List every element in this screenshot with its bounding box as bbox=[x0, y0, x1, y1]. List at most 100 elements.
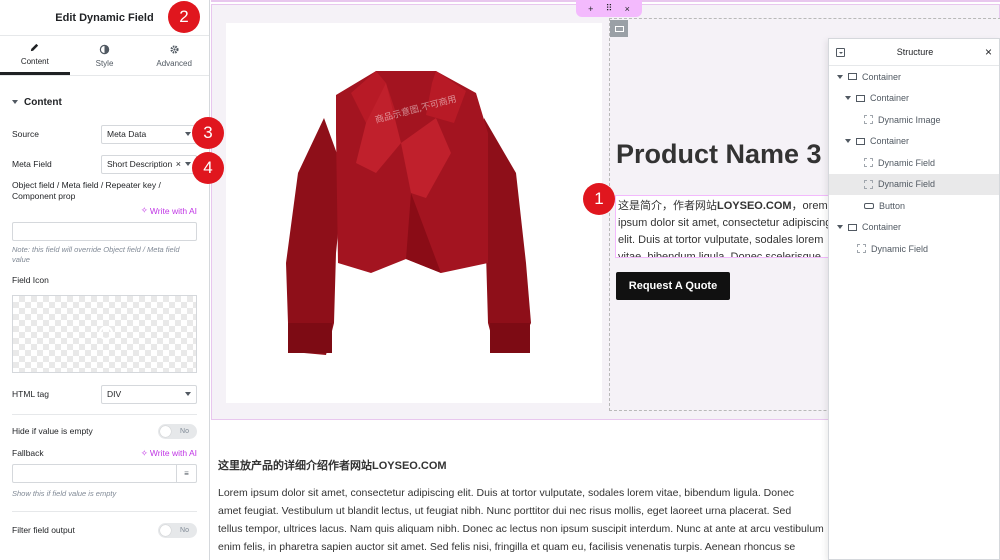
annotation-badge-3: 3 bbox=[192, 117, 224, 149]
object-field-input[interactable] bbox=[12, 222, 197, 241]
tab-style-label: Style bbox=[95, 58, 114, 68]
fallback-write-with-ai-label: Write with AI bbox=[149, 448, 197, 458]
chevron-down-icon bbox=[185, 162, 191, 166]
meta-field-select[interactable]: Short Description × bbox=[101, 154, 197, 174]
container-icon bbox=[856, 94, 865, 102]
desc-prefix: 这是简介，作者网站 bbox=[618, 200, 717, 212]
structure-tree: Container Container Dynamic Image Contai… bbox=[829, 66, 999, 260]
html-tag-select[interactable]: DIV bbox=[101, 384, 197, 404]
tree-item-label: Dynamic Field bbox=[878, 179, 936, 190]
container-icon bbox=[848, 223, 857, 231]
tree-item-label: Dynamic Image bbox=[878, 114, 941, 125]
desc-brand: LOYSEO.COM bbox=[717, 200, 792, 212]
product-title[interactable]: Product Name 3 bbox=[616, 139, 822, 170]
tree-item-container[interactable]: Container bbox=[829, 131, 999, 153]
tree-item-button[interactable]: Button bbox=[829, 195, 999, 217]
hide-empty-label: Hide if value is empty bbox=[12, 426, 93, 436]
detail-line: Lorem ipsum dolor sit amet, consectetur … bbox=[218, 487, 795, 499]
tree-item-container[interactable]: Container bbox=[829, 88, 999, 110]
tab-content-label: Content bbox=[20, 57, 49, 66]
caret-down-icon[interactable] bbox=[845, 139, 851, 144]
dynamic-field-description[interactable]: 这是简介，作者网站LOYSEO.COM，orem ipsum dolor sit… bbox=[615, 195, 845, 258]
chevron-down-icon bbox=[185, 392, 191, 396]
html-tag-row: HTML tag DIV bbox=[0, 384, 209, 404]
sparkle-icon: ✧ bbox=[140, 447, 148, 458]
field-icon-picker[interactable] bbox=[12, 295, 197, 373]
caret-down-icon[interactable] bbox=[837, 225, 843, 230]
navigator-icon[interactable] bbox=[836, 47, 845, 57]
request-quote-button[interactable]: Request A Quote bbox=[616, 272, 730, 300]
detail-heading-brand: LOYSEO.COM bbox=[372, 460, 447, 472]
hide-empty-switch[interactable]: No bbox=[158, 423, 197, 439]
monitor-icon bbox=[614, 25, 624, 32]
editor-panel: Edit Dynamic Field Content Style Advance… bbox=[0, 0, 210, 560]
divider bbox=[12, 414, 197, 415]
tab-advanced[interactable]: Advanced bbox=[139, 36, 209, 75]
field-widget-icon bbox=[864, 158, 873, 168]
hide-empty-row: Hide if value is empty No bbox=[0, 423, 209, 439]
html-tag-label: HTML tag bbox=[12, 389, 50, 399]
fallback-input[interactable]: ≡ bbox=[12, 464, 197, 483]
caret-down-icon[interactable] bbox=[837, 74, 843, 79]
annotation-badge-1: 1 bbox=[583, 183, 615, 215]
source-select[interactable]: Meta Data bbox=[101, 124, 197, 144]
fallback-row: Fallback ✧ Write with AI bbox=[0, 446, 209, 460]
filter-row: Filter field output No bbox=[0, 522, 209, 538]
source-value: Meta Data bbox=[107, 129, 147, 139]
tree-item-label: Dynamic Field bbox=[878, 157, 936, 168]
tab-content[interactable]: Content bbox=[0, 36, 70, 75]
write-with-ai-link[interactable]: ✧ Write with AI bbox=[141, 205, 197, 216]
pencil-icon bbox=[31, 43, 39, 52]
field-icon-label: Field Icon bbox=[12, 275, 49, 285]
button-widget-icon bbox=[864, 202, 874, 209]
detail-line: enim felis, in pharetra sapien auctor si… bbox=[218, 541, 796, 553]
detail-heading-prefix: 这里放产品的详细介绍作者网站 bbox=[218, 460, 372, 472]
fallback-note: Show this if field value is empty bbox=[12, 489, 117, 498]
caret-down-icon bbox=[12, 100, 18, 104]
product-image[interactable]: 商品示意图,不可商用 bbox=[226, 23, 602, 403]
close-icon[interactable]: × bbox=[625, 4, 630, 14]
tree-item-dynamic-field[interactable]: Dynamic Field bbox=[829, 152, 999, 174]
image-placeholder-icon bbox=[99, 326, 113, 340]
container-handle[interactable] bbox=[610, 20, 628, 37]
database-icon[interactable]: ≡ bbox=[176, 465, 196, 482]
ai-row: ✧ Write with AI bbox=[0, 202, 209, 216]
detail-line: tellus tempor, ultrices lacus. Nam quis … bbox=[218, 523, 824, 535]
field-widget-icon bbox=[864, 179, 873, 189]
structure-title: Structure bbox=[896, 47, 934, 57]
add-icon[interactable]: + bbox=[588, 4, 593, 14]
tree-item-label: Container bbox=[870, 93, 910, 104]
filter-switch[interactable]: No bbox=[158, 522, 197, 538]
write-with-ai-label: Write with AI bbox=[149, 205, 197, 216]
close-icon[interactable]: × bbox=[985, 45, 992, 59]
field-widget-icon bbox=[857, 244, 866, 254]
detail-body[interactable]: Lorem ipsum dolor sit amet, consectetur … bbox=[218, 484, 828, 556]
clear-icon[interactable]: × bbox=[176, 159, 181, 169]
fallback-write-with-ai-link[interactable]: ✧ Write with AI bbox=[141, 448, 197, 459]
tree-item-container[interactable]: Container bbox=[829, 217, 999, 239]
tree-item-container[interactable]: Container bbox=[829, 66, 999, 88]
image-widget-icon bbox=[864, 115, 873, 125]
sparkle-icon: ✧ bbox=[140, 205, 148, 215]
tree-item-label: Dynamic Field bbox=[871, 243, 929, 254]
content-section-toggle[interactable]: Content bbox=[0, 76, 209, 128]
chevron-down-icon bbox=[185, 132, 191, 136]
drag-handle-icon[interactable]: ⠿ bbox=[606, 3, 613, 14]
tab-style[interactable]: Style bbox=[70, 36, 140, 75]
contrast-icon bbox=[99, 44, 110, 54]
tree-item-dynamic-field[interactable]: Dynamic Field bbox=[829, 238, 999, 260]
detail-line: amet feugiat. Vestibulum ut blandit lect… bbox=[218, 505, 792, 517]
html-tag-value: DIV bbox=[107, 389, 122, 399]
meta-field-row: Meta Field Short Description × bbox=[0, 154, 209, 174]
caret-down-icon[interactable] bbox=[845, 96, 851, 101]
tree-item-label: Container bbox=[862, 71, 902, 82]
detail-heading[interactable]: 这里放产品的详细介绍作者网站LOYSEO.COM bbox=[218, 457, 447, 473]
hide-empty-value: No bbox=[180, 427, 189, 435]
tree-item-dynamic-image[interactable]: Dynamic Image bbox=[829, 109, 999, 131]
filter-label: Filter field output bbox=[12, 525, 75, 535]
structure-panel: Structure × Container Container Dynamic … bbox=[828, 38, 1000, 560]
container-toolbar: + ⠿ × bbox=[576, 0, 642, 17]
tree-item-label: Button bbox=[879, 200, 906, 211]
tab-advanced-label: Advanced bbox=[156, 58, 192, 68]
tree-item-dynamic-field-selected[interactable]: Dynamic Field bbox=[829, 173, 999, 195]
